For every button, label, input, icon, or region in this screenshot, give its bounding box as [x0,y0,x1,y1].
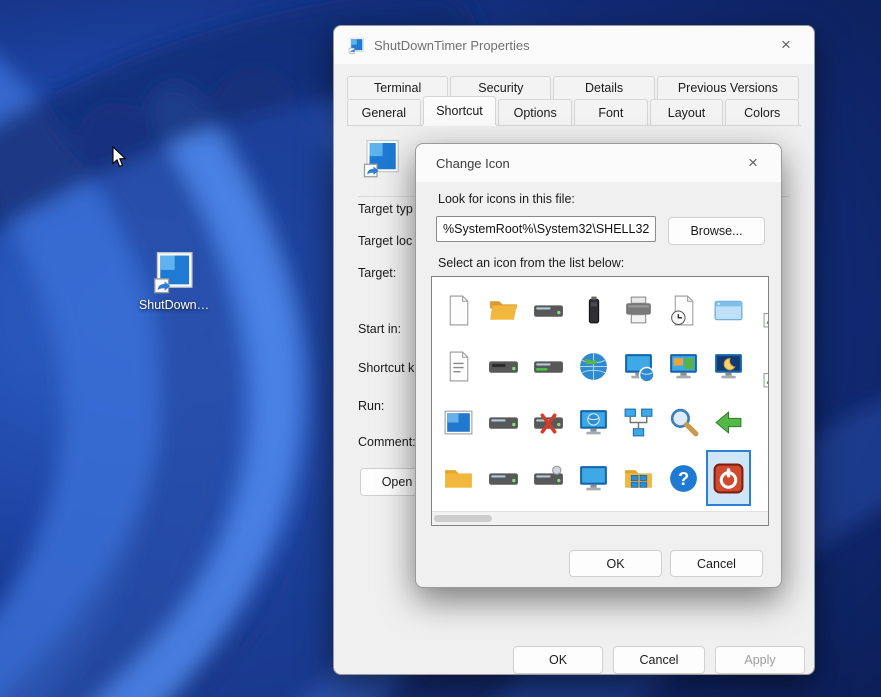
icon-grid-item-shutdown[interactable] [706,450,751,506]
properties-close-icon[interactable]: × [766,30,806,60]
icon-grid-item-internet-monitor[interactable] [571,394,616,450]
properties-title: ShutDownTimer Properties [374,38,766,53]
icon-grid-item-folder[interactable] [436,450,481,506]
icon-grid-item-hard-drive[interactable] [481,394,526,450]
mouse-cursor [112,146,127,173]
icon-grid-item-text-document[interactable] [436,338,481,394]
tab-details[interactable]: Details [553,76,654,99]
icon-grid-item-partial-shortcut-arrow[interactable] [754,282,768,342]
icon-grid-item-app-window[interactable] [706,282,751,338]
shortcut-page-icon [362,138,402,178]
icon-grid-item-network-computer[interactable] [616,338,661,394]
icon-grid-item-back-arrow[interactable] [706,394,751,450]
icon-grid-item-disconnected-drive[interactable] [526,394,571,450]
properties-titlebar: ShutDownTimer Properties × [334,26,814,64]
icon-grid-item-empty [754,402,768,462]
properties-tab-row-2: GeneralShortcutOptionsFontLayoutColors [347,99,801,126]
properties-ok-button[interactable]: OK [513,646,603,674]
start-in-label: Start in: [358,322,401,336]
tab-colors[interactable]: Colors [725,99,799,125]
tab-shortcut[interactable]: Shortcut [423,96,497,125]
shutdowntimer-app-icon [152,250,196,294]
icon-grid-item-monitor[interactable] [571,450,616,506]
shortcut-key-label: Shortcut k [358,361,414,375]
icon-grid-item-document-clock[interactable] [661,282,706,338]
tab-font[interactable]: Font [574,99,648,125]
run-label: Run: [358,399,384,413]
target-label: Target: [358,266,396,280]
comment-label: Comment: [358,435,416,449]
icon-grid-item-open-folder[interactable] [481,282,526,338]
icon-grid-item-floppy-drive[interactable] [481,338,526,394]
icon-grid-item-sleep-monitor[interactable] [706,338,751,394]
icon-listbox: ? [431,276,769,526]
icon-grid-item-network-nodes[interactable] [616,394,661,450]
icon-grid-item-hard-drive[interactable] [481,450,526,506]
target-type-label: Target typ [358,202,413,216]
change-icon-close-icon[interactable]: × [733,148,773,178]
file-label: Look for icons in this file: [438,192,575,206]
icon-grid-item-display-settings[interactable] [661,338,706,394]
icon-grid-item-printer[interactable] [616,282,661,338]
desktop: ShutDown… ShutDownTimer Properties × Ter… [0,0,881,697]
target-location-label: Target loc [358,234,412,248]
tab-layout[interactable]: Layout [650,99,724,125]
icon-grid-item-picture[interactable] [436,394,481,450]
select-icon-label: Select an icon from the list below: [438,256,624,270]
browse-button[interactable]: Browse... [668,217,765,245]
properties-title-icon [348,37,365,54]
properties-cancel-button[interactable]: Cancel [613,646,705,674]
icon-grid-item-globe[interactable] [571,338,616,394]
icon-grid-item-blank-document[interactable] [436,282,481,338]
horizontal-scrollbar-thumb[interactable] [434,515,492,522]
icon-file-input[interactable] [436,216,656,242]
change-icon-cancel-button[interactable]: Cancel [670,550,763,577]
icon-grid-partial-column [754,282,768,522]
tab-general[interactable]: General [347,99,421,125]
horizontal-scrollbar[interactable] [432,511,768,525]
desktop-shortcut-label: ShutDown… [130,298,218,312]
icon-grid: ? [436,282,751,506]
svg-text:?: ? [678,468,689,489]
icon-grid-item-network-drive[interactable] [526,450,571,506]
desktop-shortcut-shutdowntimer[interactable]: ShutDown… [130,250,218,312]
icon-grid-item-help[interactable]: ? [661,450,706,506]
icon-grid-item-hard-drive[interactable] [526,282,571,338]
change-icon-ok-button[interactable]: OK [569,550,662,577]
icon-grid-item-cd-drive[interactable] [526,338,571,394]
change-icon-titlebar: Change Icon × [416,144,781,182]
icon-grid-item-program-folder[interactable] [616,450,661,506]
properties-apply-button[interactable]: Apply [715,646,805,674]
icon-grid-item-partial-shortcut-arrow[interactable] [754,342,768,402]
icon-grid-item-search[interactable] [661,394,706,450]
change-icon-title: Change Icon [436,156,733,171]
properties-tab-row-1: TerminalSecurityDetailsPrevious Versions [347,76,801,99]
tab-previous-versions[interactable]: Previous Versions [657,76,799,99]
change-icon-dialog: Change Icon × Look for icons in this fil… [415,143,782,588]
icon-grid-item-battery[interactable] [571,282,616,338]
tab-options[interactable]: Options [498,99,572,125]
